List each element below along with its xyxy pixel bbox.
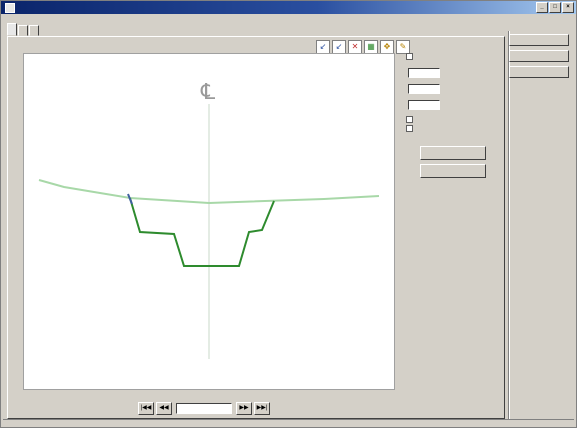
tab-3[interactable] bbox=[29, 25, 39, 36]
field2-input[interactable] bbox=[408, 84, 440, 94]
minimize-button[interactable]: _ bbox=[536, 2, 548, 13]
prev-station-button[interactable]: ◀◀ bbox=[156, 402, 172, 415]
next-station-button[interactable]: ▶▶ bbox=[236, 402, 252, 415]
field1-input[interactable] bbox=[408, 68, 440, 78]
side-button-1[interactable] bbox=[420, 146, 486, 160]
status-bar bbox=[3, 419, 574, 427]
right-button-1[interactable] bbox=[509, 34, 569, 46]
checkbox1[interactable] bbox=[406, 53, 413, 60]
app-icon bbox=[5, 2, 15, 13]
right-button-column bbox=[509, 34, 569, 82]
centerline-symbol: ℄ bbox=[201, 80, 216, 105]
check-a[interactable] bbox=[406, 116, 413, 123]
window-controls: _ □ × bbox=[535, 2, 574, 13]
first-station-button[interactable]: |◀◀ bbox=[138, 402, 154, 415]
tab-strip bbox=[7, 23, 40, 36]
right-divider bbox=[508, 31, 509, 419]
cross-section-plot[interactable]: ℄ bbox=[23, 53, 395, 390]
tab-2[interactable] bbox=[18, 25, 28, 36]
checkbox1-row[interactable] bbox=[406, 53, 496, 60]
check-b-row[interactable] bbox=[406, 125, 496, 132]
pan-icon[interactable]: ✥ bbox=[380, 40, 394, 54]
tab-1[interactable] bbox=[7, 23, 17, 36]
delete-icon[interactable]: ✕ bbox=[348, 40, 362, 54]
zoom-out-icon[interactable]: ↙ bbox=[332, 40, 346, 54]
plot-toolbar: ↙ ↙ ✕ ▦ ✥ ✎ bbox=[314, 40, 410, 54]
title-bar[interactable]: _ □ × bbox=[1, 1, 576, 14]
grid-icon[interactable]: ▦ bbox=[364, 40, 378, 54]
station-field[interactable] bbox=[176, 403, 232, 414]
check-a-row[interactable] bbox=[406, 116, 496, 123]
maximize-button[interactable]: □ bbox=[549, 2, 561, 13]
zoom-in-icon[interactable]: ↙ bbox=[316, 40, 330, 54]
station-navigator: |◀◀ ◀◀ ▶▶ ▶▶| bbox=[138, 402, 272, 415]
right-button-2[interactable] bbox=[509, 50, 569, 62]
channel-section bbox=[129, 197, 275, 267]
side-panel bbox=[406, 49, 496, 178]
last-station-button[interactable]: ▶▶| bbox=[254, 402, 270, 415]
field3-input[interactable] bbox=[408, 100, 440, 110]
close-button[interactable]: × bbox=[562, 2, 574, 13]
app-window: _ □ × ↙ ↙ ✕ ▦ ✥ ✎ ℄ |◀◀ ◀◀ ▶▶ ▶▶| bbox=[0, 0, 577, 428]
right-button-3[interactable] bbox=[509, 66, 569, 78]
check-b[interactable] bbox=[406, 125, 413, 132]
side-button-2[interactable] bbox=[420, 164, 486, 178]
